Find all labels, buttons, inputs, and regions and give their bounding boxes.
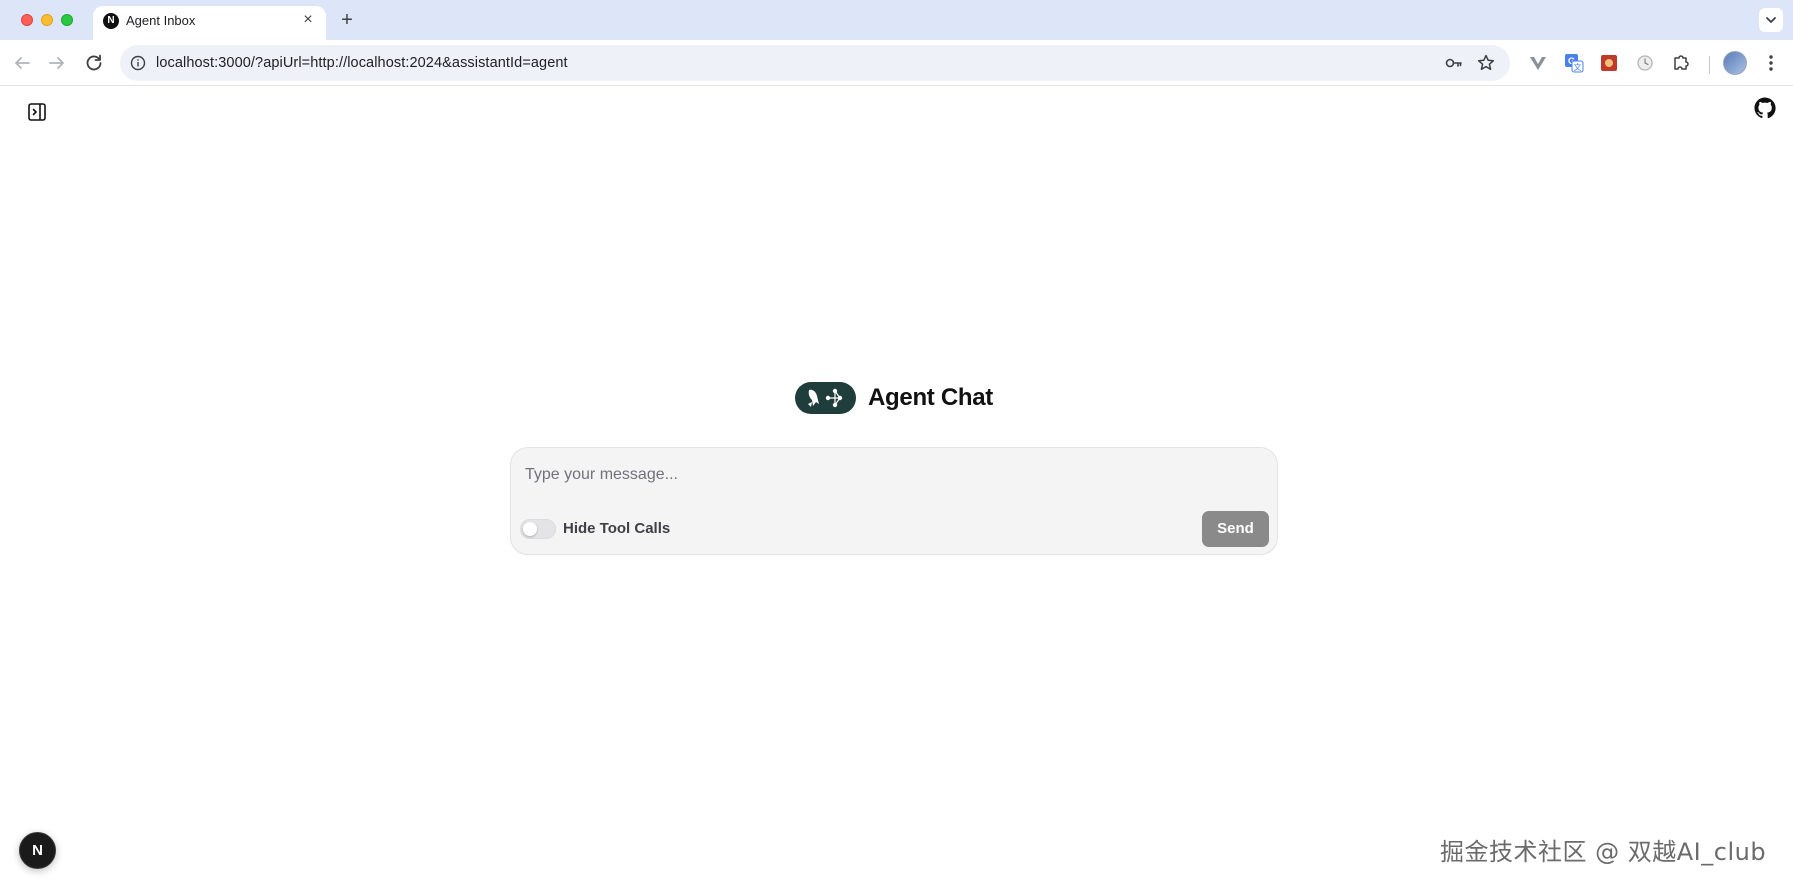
hide-tool-calls-toggle[interactable] (520, 519, 556, 539)
address-bar[interactable]: localhost:3000/?apiUrl=http://localhost:… (120, 45, 1510, 81)
page-content: Agent Chat Hide Tool Calls Send N 掘金技术社区… (0, 87, 1793, 888)
tab-search-button[interactable] (1759, 8, 1783, 32)
nextjs-dev-badge[interactable]: N (19, 832, 56, 869)
sidebar-toggle-icon[interactable] (27, 102, 47, 122)
new-tab-button[interactable]: + (336, 9, 358, 31)
arrow-left-icon (15, 57, 30, 69)
back-button[interactable] (10, 51, 34, 75)
tab-close-icon[interactable]: × (299, 11, 317, 29)
forward-button[interactable] (45, 51, 69, 75)
parrot-graph-icon (808, 388, 843, 408)
reload-icon (86, 54, 102, 71)
reload-button[interactable] (82, 51, 106, 75)
send-button[interactable]: Send (1202, 511, 1269, 547)
star-icon[interactable] (1476, 53, 1496, 73)
tab-strip: N Agent Inbox × + (0, 0, 1793, 40)
close-window-button[interactable] (21, 14, 33, 26)
github-icon[interactable] (1753, 96, 1777, 120)
key-icon[interactable] (1444, 53, 1464, 73)
minimize-window-button[interactable] (41, 14, 53, 26)
puzzle-icon[interactable] (1670, 52, 1692, 74)
langgraph-logo (795, 382, 856, 414)
toolbar-separator (1709, 56, 1710, 74)
chevron-down-icon (1766, 17, 1776, 23)
active-tab[interactable]: N Agent Inbox × (93, 6, 326, 40)
vue-devtools-icon[interactable] (1527, 52, 1549, 74)
info-icon[interactable] (130, 55, 146, 71)
toggle-knob (523, 522, 537, 536)
red-extension-icon[interactable] (1598, 52, 1620, 74)
profile-avatar[interactable] (1723, 51, 1747, 75)
tab-title: Agent Inbox (126, 13, 196, 28)
translate-icon[interactable]: G文 (1563, 52, 1585, 74)
brand: Agent Chat (795, 382, 993, 414)
watermark: 掘金技术社区 @ 双越AI_club (1440, 838, 1767, 866)
svg-text:文: 文 (1574, 62, 1582, 72)
arrow-right-icon (49, 57, 64, 69)
kebab-menu-icon[interactable] (1759, 51, 1783, 75)
browser-toolbar: localhost:3000/?apiUrl=http://localhost:… (0, 40, 1793, 86)
tab-favicon-icon: N (103, 13, 119, 29)
page-title: Agent Chat (868, 384, 993, 411)
message-composer: Hide Tool Calls Send (510, 447, 1278, 555)
maximize-window-button[interactable] (61, 14, 73, 26)
nextjs-logo-icon: N (32, 842, 43, 859)
hide-tool-calls-label[interactable]: Hide Tool Calls (563, 520, 670, 537)
url-text[interactable]: localhost:3000/?apiUrl=http://localhost:… (156, 55, 568, 71)
timer-extension-icon[interactable] (1634, 52, 1656, 74)
message-input[interactable] (525, 462, 1265, 488)
